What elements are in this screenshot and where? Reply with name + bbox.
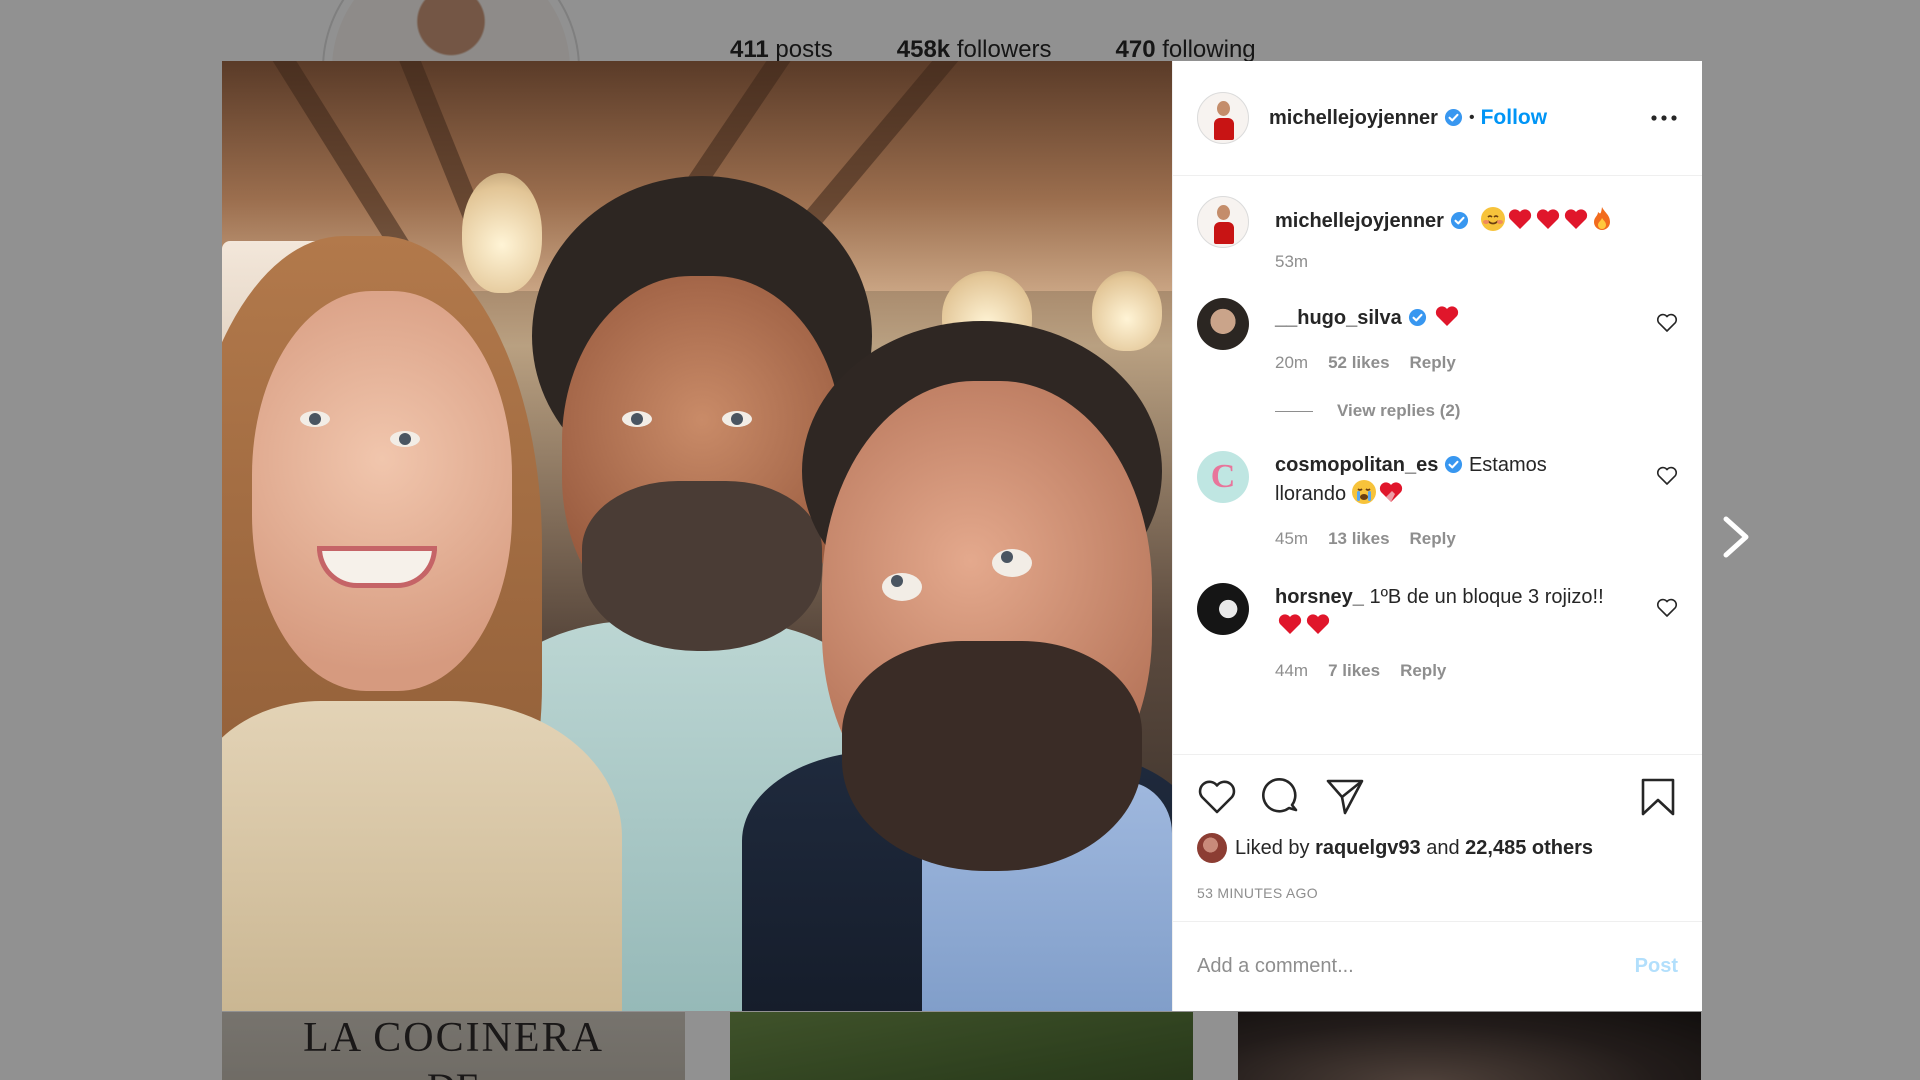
post-modal: michellejoyjenner • Follow michellejoyje… <box>222 61 1702 1011</box>
follow-button[interactable]: Follow <box>1481 106 1548 130</box>
separator-dot: • <box>1468 109 1475 126</box>
bookmark-icon[interactable] <box>1638 777 1678 817</box>
comment-item: C cosmopolitan_es Estamos llorando 45m 1… <box>1197 451 1678 549</box>
comment-icon[interactable] <box>1261 777 1301 817</box>
comment-like-heart-icon[interactable] <box>1656 598 1678 618</box>
comments-section[interactable]: michellejoyjenner 53m __hugo_silva 20m 5… <box>1173 176 1702 755</box>
commenter-avatar[interactable] <box>1197 583 1249 635</box>
post-sidebar: michellejoyjenner • Follow michellejoyje… <box>1172 61 1702 1011</box>
comment-username[interactable]: __hugo_silva <box>1275 307 1402 329</box>
post-caption: michellejoyjenner 53m <box>1197 196 1678 272</box>
post-timestamp[interactable]: 53 MINUTES AGO <box>1197 885 1678 901</box>
comment-like-heart-icon[interactable] <box>1656 466 1678 486</box>
smiling-face-emoji-icon <box>1480 207 1505 231</box>
caption-username[interactable]: michellejoyjenner <box>1275 210 1444 232</box>
comment-item: horsney_ 1ºB de un bloque 3 rojizo!! 44m… <box>1197 583 1678 681</box>
post-actions: Liked by raquelgv93 and 22,485 others 53… <box>1173 755 1702 901</box>
crying-face-emoji-icon <box>1352 480 1377 504</box>
commenter-avatar[interactable]: C <box>1197 451 1249 503</box>
verified-badge-icon <box>1408 308 1426 327</box>
reply-button[interactable]: Reply <box>1400 661 1446 681</box>
like-heart-icon[interactable] <box>1197 777 1237 817</box>
liker-username[interactable]: raquelgv93 <box>1315 837 1421 860</box>
post-header: michellejoyjenner • Follow <box>1173 61 1702 176</box>
comment-likes[interactable]: 13 likes <box>1328 529 1389 549</box>
liker-avatar[interactable] <box>1197 833 1227 863</box>
comment-text: 1ºB de un bloque 3 rojizo!! <box>1369 586 1604 608</box>
red-heart-emoji-icon <box>1436 306 1459 326</box>
red-heart-emoji-icon <box>1564 209 1587 229</box>
author-username[interactable]: michellejoyjenner <box>1269 107 1463 130</box>
comment-username[interactable]: cosmopolitan_es <box>1275 454 1438 476</box>
comment-item: __hugo_silva 20m 52 likes Reply <box>1197 298 1678 373</box>
divider-line <box>1275 410 1313 412</box>
next-arrow-icon[interactable] <box>1718 513 1754 561</box>
red-heart-emoji-icon <box>1536 209 1559 229</box>
share-icon[interactable] <box>1325 777 1365 817</box>
comment-timestamp[interactable]: 45m <box>1275 529 1308 549</box>
more-options-icon[interactable] <box>1650 104 1678 132</box>
reply-button[interactable]: Reply <box>1410 529 1456 549</box>
author-avatar[interactable] <box>1197 92 1249 144</box>
action-bar <box>1197 767 1678 827</box>
author-avatar[interactable] <box>1197 196 1249 248</box>
comment-like-heart-icon[interactable] <box>1656 313 1678 333</box>
comment-likes[interactable]: 7 likes <box>1328 661 1380 681</box>
fire-emoji-icon <box>1593 207 1610 230</box>
comment-timestamp[interactable]: 44m <box>1275 661 1308 681</box>
comment-timestamp[interactable]: 53m <box>1275 252 1308 272</box>
add-comment-bar: Post <box>1173 921 1702 1011</box>
commenter-avatar[interactable] <box>1197 298 1249 350</box>
comment-username[interactable]: horsney_ <box>1275 586 1364 608</box>
reply-button[interactable]: Reply <box>1410 353 1456 373</box>
red-heart-emoji-icon <box>1278 614 1302 634</box>
comment-input[interactable] <box>1197 955 1635 978</box>
red-heart-emoji-icon <box>1306 614 1330 634</box>
verified-badge-icon <box>1444 108 1463 126</box>
heart-emoji-icon <box>1380 482 1403 502</box>
red-heart-emoji-icon <box>1508 209 1531 229</box>
comment-likes[interactable]: 52 likes <box>1328 353 1389 373</box>
verified-badge-icon <box>1450 211 1469 230</box>
comment-timestamp[interactable]: 20m <box>1275 353 1308 373</box>
view-replies-button[interactable]: View replies (2) <box>1275 401 1678 421</box>
likes-count[interactable]: 22,485 others <box>1465 837 1593 860</box>
post-photo[interactable] <box>222 61 1172 1011</box>
post-comment-button[interactable]: Post <box>1635 955 1678 978</box>
liked-by-summary: Liked by raquelgv93 and 22,485 others <box>1197 833 1678 863</box>
verified-badge-icon <box>1445 455 1463 474</box>
